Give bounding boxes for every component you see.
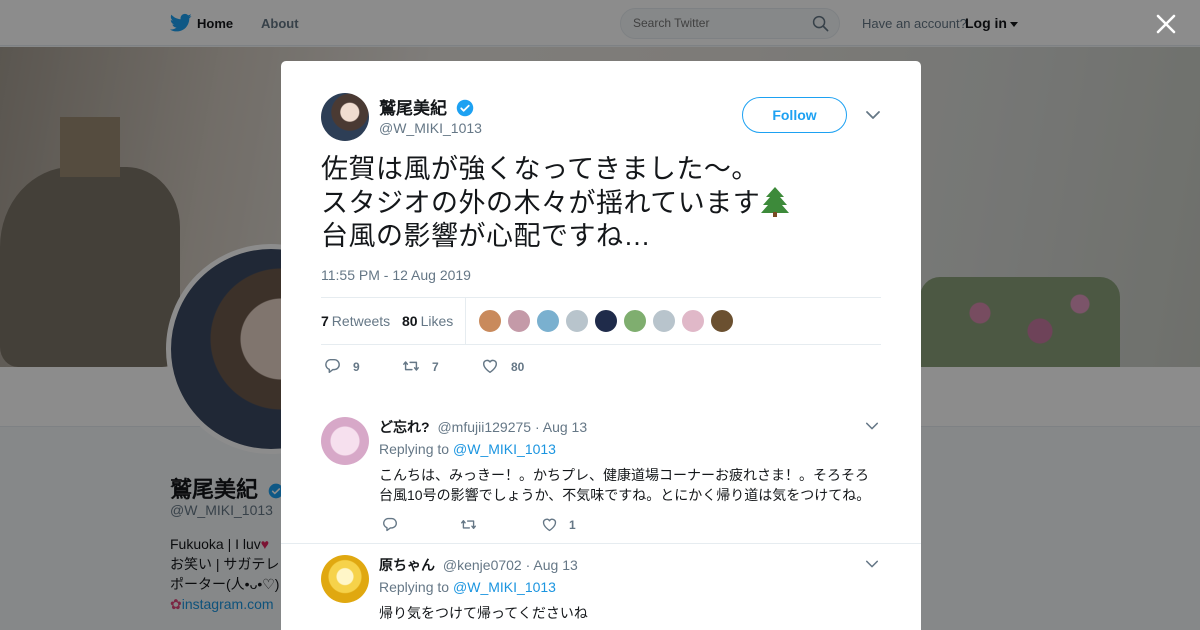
liker-avatar[interactable] [623,309,647,333]
reply-actions: 1 [379,516,779,534]
replying-to-handle[interactable]: @W_MIKI_1013 [453,441,556,457]
like-count: 80 [511,360,525,374]
replying-to: Replying to @W_MIKI_1013 [379,441,556,457]
close-icon[interactable] [1152,10,1180,38]
liker-avatar[interactable] [507,309,531,333]
reply-text: こんちは、みっきー！。かちプレ、健康道場コーナーお疲れさま！。そろそろ台風10号… [379,467,871,503]
tweet-text: 佐賀は風が強くなってきました〜。 スタジオの外の木々が揺れています 台風の影響が… [321,153,881,253]
liker-avatar[interactable] [536,309,560,333]
reply-author-handle: @kenje0702 [442,557,522,573]
heart-icon [542,518,557,532]
tweet-text-line-1: 佐賀は風が強くなってきました〜。 [321,154,759,184]
likes-count: 80 [402,313,418,329]
author-name[interactable]: 鷲尾美紀 [379,94,474,119]
reply-tweet[interactable]: 原ちゃん @kenje0702 · Aug 13 Replying to @W_M… [321,555,881,630]
liker-avatar[interactable] [478,309,502,333]
author-name-text: 鷲尾美紀 [379,99,447,118]
tweet-stats: 7 Retweets 80 Likes [321,297,881,345]
tweet-text-line-3: 台風の影響が心配ですね… [321,221,651,251]
author-handle[interactable]: @W_MIKI_1013 [379,120,482,136]
reply-icon [383,517,397,532]
stats-divider [465,298,466,345]
replying-to: Replying to @W_MIKI_1013 [379,579,556,595]
follow-button[interactable]: Follow [742,97,847,133]
liker-avatar[interactable] [710,309,734,333]
reply-author-name: 原ちゃん [379,557,435,573]
reply-count: 9 [353,360,360,374]
liker-avatar[interactable] [652,309,676,333]
replying-to-handle[interactable]: @W_MIKI_1013 [453,579,556,595]
reply-text: 帰り気をつけて帰ってくださいね [379,605,588,621]
retweets-label: Retweets [331,313,391,329]
reply-icon [325,358,340,374]
tweet-text-line-2: スタジオの外の木々が揺れています [321,188,761,218]
tweet-timestamp[interactable]: 11:55 PM - 12 Aug 2019 [321,267,471,283]
replying-to-label: Replying to [379,441,450,457]
reply-author[interactable]: 原ちゃん @kenje0702 · Aug 13 [379,555,578,575]
chevron-down-icon[interactable] [865,107,881,123]
retweet-icon [461,519,476,530]
chevron-down-icon[interactable] [865,557,879,571]
replying-to-label: Replying to [379,579,450,595]
likes-label: Likes [420,313,454,329]
heart-icon [482,359,498,374]
liker-avatar[interactable] [681,309,705,333]
reply-author[interactable]: ど忘れ? @mfujii129275 · Aug 13 [379,417,587,437]
retweet-count: 7 [432,360,439,374]
reply-tweet[interactable]: ど忘れ? @mfujii129275 · Aug 13 Replying to @… [321,417,881,543]
tweet-text-line-2-wrap: スタジオの外の木々が揺れています [321,186,881,220]
chevron-down-icon[interactable] [865,419,879,433]
reply-author-handle: @mfujii129275 [437,419,532,435]
reply-avatar[interactable] [321,417,369,465]
reply-author-name: ど忘れ? [379,419,430,435]
retweet-icon [403,361,419,371]
reply-date[interactable]: · Aug 13 [535,419,587,435]
reply-avatar[interactable] [321,555,369,603]
like-count: 1 [569,518,576,532]
reply-divider [281,543,921,544]
verified-badge-icon [456,99,473,117]
liker-avatar[interactable] [594,309,618,333]
tweet-header: 鷲尾美紀 @W_MIKI_1013 Follow [321,93,881,141]
retweets-count: 7 [321,313,329,329]
retweets-stat[interactable]: 7 Retweets [321,313,390,329]
tweet-modal: 鷲尾美紀 @W_MIKI_1013 Follow 佐賀は風が強くなってきました〜… [281,61,921,630]
tweet-actions: 9 7 80 [321,357,881,377]
evergreen-tree-emoji-icon [761,187,790,217]
reply-date[interactable]: · Aug 13 [526,557,578,573]
likes-stat[interactable]: 80 Likes [402,313,453,329]
author-avatar[interactable] [321,93,369,141]
liker-avatar[interactable] [565,309,589,333]
